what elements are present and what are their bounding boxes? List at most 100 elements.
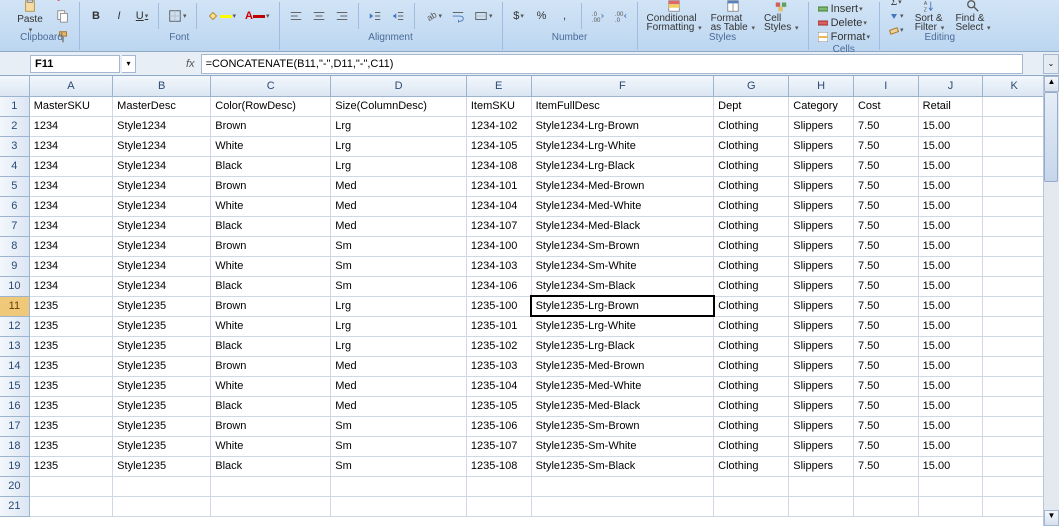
cell[interactable]: Clothing [714,456,789,476]
cell[interactable]: 7.50 [853,436,918,456]
cell[interactable] [714,496,789,516]
cell[interactable]: Slippers [789,336,854,356]
cell[interactable]: 15.00 [918,416,983,436]
cell[interactable]: 7.50 [853,356,918,376]
cell[interactable]: Med [331,196,467,216]
col-header-I[interactable]: I [853,76,918,96]
cell[interactable]: Style1235-Med-White [531,376,714,396]
cell[interactable]: Slippers [789,416,854,436]
cell[interactable] [983,456,1043,476]
cell[interactable]: Slippers [789,276,854,296]
cell[interactable]: Sm [331,456,467,476]
cell[interactable]: 1235-106 [466,416,531,436]
scroll-down-button[interactable]: ▼ [1044,510,1059,526]
cell[interactable] [983,256,1043,276]
cell[interactable]: ItemFullDesc [531,96,714,116]
cell[interactable]: Lrg [331,296,467,316]
cell[interactable]: Style1234-Sm-White [531,256,714,276]
grid[interactable]: ABCDEFGHIJK 1MasterSKUMasterDescColor(Ro… [0,76,1043,526]
row-header[interactable]: 14 [0,356,29,376]
cell[interactable]: Slippers [789,116,854,136]
insert-button[interactable]: Insert ▾ [815,2,866,16]
cell[interactable]: 1234 [29,216,112,236]
cell[interactable] [466,496,531,516]
cell[interactable]: 15.00 [918,256,983,276]
cell[interactable]: Style1234-Lrg-White [531,136,714,156]
cell[interactable]: Sm [331,436,467,456]
cell[interactable]: 1234-101 [466,176,531,196]
cell[interactable]: 7.50 [853,136,918,156]
col-header-J[interactable]: J [918,76,983,96]
cell[interactable] [983,96,1043,116]
row-header[interactable]: 21 [0,496,29,516]
cell[interactable]: 1234-104 [466,196,531,216]
cell[interactable]: 1234 [29,156,112,176]
cell[interactable]: 1235 [29,296,112,316]
cell[interactable]: 15.00 [918,436,983,456]
cell[interactable]: Clothing [714,296,789,316]
col-header-E[interactable]: E [466,76,531,96]
cell[interactable] [466,476,531,496]
row-header[interactable]: 3 [0,136,29,156]
wrap-text-button[interactable] [448,6,468,26]
cell[interactable]: Style1235 [113,376,211,396]
cell[interactable]: Brown [211,236,331,256]
cell[interactable]: Med [331,356,467,376]
cell[interactable]: 1235-105 [466,396,531,416]
cell[interactable]: Clothing [714,356,789,376]
cell[interactable]: White [211,376,331,396]
cell[interactable]: Slippers [789,256,854,276]
row-header[interactable]: 5 [0,176,29,196]
cell[interactable]: 1235 [29,396,112,416]
name-box[interactable]: F11 [30,55,120,73]
cell[interactable]: MasterSKU [29,96,112,116]
cell[interactable]: Style1234 [113,156,211,176]
cell[interactable]: 1235 [29,376,112,396]
cell[interactable]: Style1234-Sm-Black [531,276,714,296]
cell[interactable]: Sm [331,276,467,296]
cell[interactable]: 15.00 [918,356,983,376]
row-header[interactable]: 4 [0,156,29,176]
cell[interactable] [714,476,789,496]
cell[interactable]: White [211,256,331,276]
cell[interactable]: Style1235-Lrg-Black [531,336,714,356]
cell[interactable]: White [211,136,331,156]
cell[interactable] [983,496,1043,516]
cell[interactable]: 1235 [29,436,112,456]
cell[interactable]: Clothing [714,416,789,436]
row-header[interactable]: 10 [0,276,29,296]
row-header[interactable]: 7 [0,216,29,236]
cell[interactable]: 7.50 [853,276,918,296]
cell[interactable]: 15.00 [918,276,983,296]
cell[interactable]: 1234 [29,196,112,216]
row-header[interactable]: 20 [0,476,29,496]
cell[interactable]: 15.00 [918,316,983,336]
cell[interactable]: 7.50 [853,256,918,276]
percent-button[interactable]: % [532,6,552,26]
cell[interactable]: Slippers [789,456,854,476]
cell[interactable]: Slippers [789,436,854,456]
row-header[interactable]: 8 [0,236,29,256]
cell[interactable]: Brown [211,416,331,436]
cell[interactable]: Sm [331,416,467,436]
cell[interactable]: Sm [331,256,467,276]
cell[interactable]: Style1234 [113,176,211,196]
cell[interactable]: Lrg [331,316,467,336]
col-header-C[interactable]: C [211,76,331,96]
align-left-button[interactable] [286,6,306,26]
vertical-scrollbar[interactable]: ▲ ▼ [1043,76,1059,526]
cell[interactable] [983,316,1043,336]
cell[interactable]: Style1235 [113,456,211,476]
row-header[interactable]: 1 [0,96,29,116]
row-header[interactable]: 16 [0,396,29,416]
cell[interactable]: Cost [853,96,918,116]
cell[interactable]: Slippers [789,396,854,416]
cell[interactable] [983,376,1043,396]
cell[interactable]: Style1234-Lrg-Brown [531,116,714,136]
copy-button[interactable] [53,6,73,26]
cell[interactable] [983,336,1043,356]
col-header-G[interactable]: G [714,76,789,96]
cell[interactable]: Clothing [714,316,789,336]
row-header[interactable]: 11 [0,296,29,316]
scroll-track[interactable] [1044,92,1059,510]
